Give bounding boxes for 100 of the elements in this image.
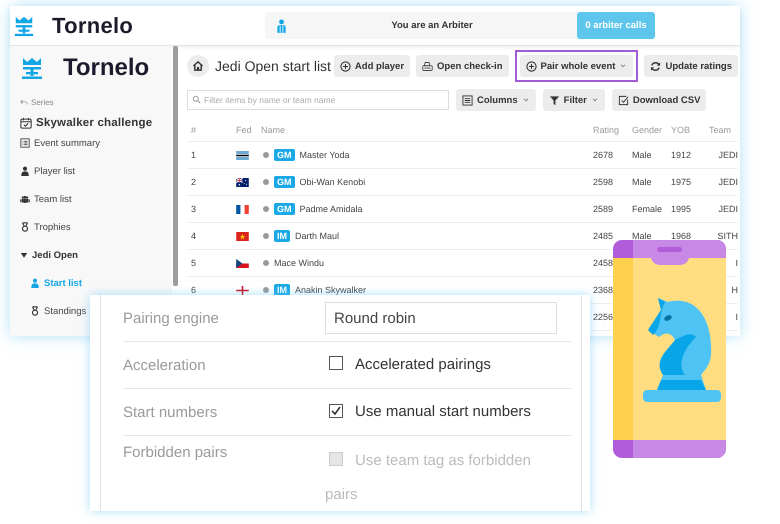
toolbar-button[interactable]: Add player bbox=[334, 55, 410, 77]
medal-icon bbox=[30, 306, 40, 316]
toolbar-button[interactable]: Columns bbox=[456, 89, 536, 111]
sidebar-item[interactable]: Event summary bbox=[20, 129, 100, 157]
medal-icon bbox=[20, 222, 30, 232]
table-cell-text: 1 bbox=[190, 150, 198, 160]
table-cell-text: Male bbox=[631, 231, 653, 241]
checkbox[interactable] bbox=[329, 356, 343, 370]
sidebar-item[interactable]: Standings bbox=[30, 297, 86, 325]
table-cell-text: 2368 bbox=[592, 285, 614, 295]
logo-text: Tornelo bbox=[52, 12, 134, 38]
table-cell-text: SITH bbox=[716, 231, 738, 241]
status-dot bbox=[263, 206, 269, 212]
checkbox-label: Use manual start numbers bbox=[355, 403, 531, 420]
toolbar-button[interactable]: Update ratings bbox=[644, 55, 738, 77]
setting-label: Acceleration bbox=[123, 356, 207, 374]
input-field[interactable]: Round robin bbox=[325, 302, 557, 334]
scrollbar[interactable] bbox=[173, 46, 178, 286]
player-name[interactable]: Master Yoda bbox=[300, 150, 350, 160]
player-name[interactable]: Anakin Skywalker bbox=[295, 285, 366, 295]
player-name[interactable]: Padme Amidala bbox=[300, 204, 363, 214]
title-badge: GM bbox=[274, 149, 294, 161]
title-badge: IM bbox=[274, 284, 290, 296]
table-cell-text: I bbox=[734, 312, 738, 322]
table-cell-text: 2598 bbox=[592, 177, 614, 187]
column-header: Team bbox=[708, 125, 732, 135]
toolbar-button[interactable]: Pair whole event bbox=[520, 55, 634, 77]
table-cell-text: 2458 bbox=[592, 258, 614, 268]
table-cell-text: 1995 bbox=[670, 204, 692, 214]
home-icon[interactable] bbox=[187, 55, 209, 77]
list-icon bbox=[20, 138, 30, 148]
table-cell-text: JEDI bbox=[717, 204, 738, 214]
checkbox-label: Accelerated pairings bbox=[355, 356, 491, 373]
table-cell-text: 2 bbox=[190, 177, 198, 187]
role-text: You are an Arbiter bbox=[390, 20, 474, 31]
setting-label: Forbidden pairs bbox=[123, 444, 228, 461]
plus-circle-icon bbox=[340, 60, 351, 72]
sidebar-item[interactable]: Team list bbox=[20, 185, 72, 213]
column-header: # bbox=[190, 125, 198, 135]
checkbox-label: Use team tag as forbidden pairs bbox=[325, 452, 531, 503]
status-dot bbox=[263, 260, 269, 266]
person-icon bbox=[30, 278, 40, 288]
table-cell-text: 2485 bbox=[592, 231, 614, 241]
table-cell-text: 5 bbox=[190, 258, 198, 268]
table-cell-text: 1912 bbox=[670, 150, 692, 160]
sidebar-item[interactable]: Trophies bbox=[20, 213, 71, 241]
sidebar-item[interactable]: Player list bbox=[20, 157, 76, 185]
calendar-icon bbox=[20, 117, 32, 129]
title-badge: GM bbox=[274, 176, 294, 188]
back-arrow-icon bbox=[20, 99, 28, 106]
title-badge: IM bbox=[274, 230, 290, 242]
status-dot bbox=[263, 287, 269, 293]
column-header: Name bbox=[260, 125, 286, 135]
status-dot bbox=[263, 233, 269, 239]
table-cell-text: 2589 bbox=[592, 204, 614, 214]
player-name[interactable]: Obi-Wan Kenobi bbox=[300, 177, 366, 187]
table-cell-text: 3 bbox=[190, 204, 198, 214]
cash-register-icon bbox=[422, 60, 434, 72]
table-cell-text: JEDI bbox=[717, 150, 738, 160]
table-cell-text: 2678 bbox=[592, 150, 614, 160]
page-title: Jedi Open start list bbox=[215, 58, 332, 74]
setting-label: Pairing engine bbox=[123, 310, 220, 326]
columns-icon bbox=[462, 94, 473, 106]
table-cell-text: 4 bbox=[190, 231, 198, 241]
toolbar-button[interactable]: Filter bbox=[542, 89, 605, 111]
table-cell-text: 2256 bbox=[592, 312, 614, 322]
search-field[interactable]: Filter items by name or team name bbox=[187, 90, 449, 110]
person-icon bbox=[20, 166, 30, 176]
table-cell-text: 1975 bbox=[670, 177, 692, 187]
player-name[interactable]: Darth Maul bbox=[295, 231, 340, 241]
player-name[interactable]: Mace Windu bbox=[274, 258, 324, 268]
table-cell-text: I bbox=[734, 258, 738, 268]
table-cell-text: 6 bbox=[190, 285, 198, 295]
sidebar-item[interactable]: Jedi Open bbox=[20, 241, 78, 269]
title-badge: GM bbox=[274, 203, 294, 215]
event-title: Skywalker challenge bbox=[36, 117, 152, 129]
status-dot bbox=[263, 152, 269, 158]
table-cell-text: JEDI bbox=[717, 177, 738, 187]
toolbar-button[interactable]: Download CSV bbox=[612, 89, 706, 111]
status-dot bbox=[263, 179, 269, 185]
download-icon bbox=[618, 94, 629, 106]
toolbar-button[interactable]: Open check-in bbox=[416, 55, 508, 77]
column-header: Rating bbox=[592, 125, 620, 135]
column-header: Fed bbox=[235, 125, 253, 135]
funnel-icon bbox=[548, 94, 560, 106]
table-cell-text: Male bbox=[631, 150, 653, 160]
table-cell-text: 1968 bbox=[670, 231, 692, 241]
search-icon bbox=[192, 95, 201, 104]
people-icon bbox=[20, 194, 30, 204]
column-header: Gender bbox=[631, 125, 664, 135]
column-header: YOB bbox=[670, 125, 692, 135]
refresh-icon bbox=[650, 60, 662, 72]
referee-icon bbox=[276, 18, 287, 32]
checkbox[interactable] bbox=[329, 404, 343, 418]
setting-label: Start numbers bbox=[123, 404, 218, 420]
logo-text: Tornelo bbox=[63, 54, 150, 82]
logo-icon bbox=[20, 55, 44, 81]
table-cell-text: Female bbox=[631, 204, 664, 214]
plus-circle-icon bbox=[526, 60, 536, 72]
table-cell-text: Male bbox=[631, 177, 653, 187]
